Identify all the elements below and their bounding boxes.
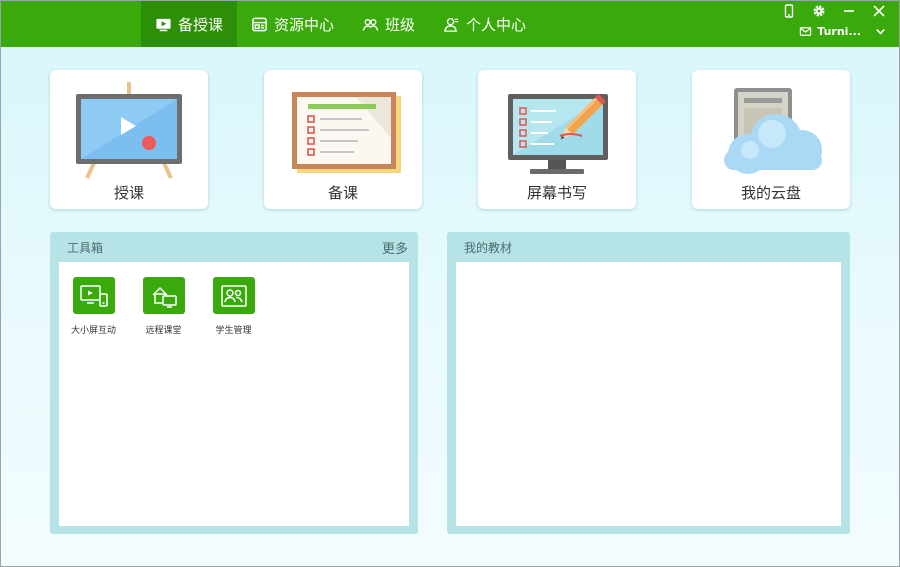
cloud-drive-icon	[724, 88, 822, 174]
main-nav: 备授课 资源中心 班级 个人中心	[141, 1, 540, 47]
chevron-down-icon	[876, 29, 885, 35]
close-button[interactable]	[871, 3, 887, 19]
app-window: 备授课 资源中心 班级 个人中心 Turni... 授课 备课 屏幕书写 我的云…	[0, 0, 900, 567]
toolbox-panel: 工具箱 更多 大小屏互动 远程课堂 学生管理	[50, 232, 418, 534]
person-icon	[444, 17, 459, 32]
minimize-icon	[844, 10, 854, 12]
lesson-play-icon	[156, 18, 171, 31]
gear-icon	[813, 5, 825, 17]
student-manage-icon	[220, 284, 247, 307]
nav-tab-label: 资源中心	[274, 15, 335, 34]
textbooks-header: 我的教材	[447, 232, 850, 262]
card-screen-writing[interactable]: 屏幕书写	[478, 70, 636, 209]
card-teaching[interactable]: 授课	[50, 70, 208, 209]
tool-list: 大小屏互动 远程课堂 学生管理	[67, 277, 260, 336]
minimize-button[interactable]	[841, 3, 857, 19]
card-label: 我的云盘	[740, 184, 801, 202]
card-cloud-drive[interactable]: 我的云盘	[692, 70, 850, 209]
card-label: 屏幕书写	[526, 184, 587, 202]
textbooks-title: 我的教材	[464, 240, 513, 255]
nav-tab-resources[interactable]: 资源中心	[237, 1, 348, 47]
user-menu[interactable]: Turni...	[799, 25, 887, 38]
screen-interact-icon	[79, 284, 108, 307]
window-controls	[781, 3, 887, 19]
toolbox-header: 工具箱 更多	[50, 232, 418, 262]
tool-tile	[212, 277, 255, 314]
tool-screen-interaction[interactable]: 大小屏互动	[67, 277, 120, 336]
tool-label: 大小屏互动	[70, 326, 116, 336]
nav-tab-class[interactable]: 班级	[348, 1, 429, 47]
mail-icon	[800, 27, 812, 36]
nav-tab-label: 班级	[385, 15, 416, 34]
tool-remote-class[interactable]: 远程课堂	[137, 277, 190, 336]
tool-tile	[72, 277, 115, 314]
user-name: Turni...	[817, 25, 861, 38]
nav-tab-label: 个人中心	[466, 15, 527, 34]
close-icon	[873, 5, 885, 17]
textbooks-panel: 我的教材	[447, 232, 850, 534]
lesson-plan-icon	[292, 92, 401, 173]
class-icon	[362, 18, 379, 31]
card-label: 备课	[327, 184, 358, 202]
phone-icon	[784, 4, 794, 18]
toolbox-title: 工具箱	[67, 240, 104, 255]
screen-write-icon	[508, 94, 608, 174]
card-lesson-prep[interactable]: 备课	[264, 70, 422, 209]
top-bar: 备授课 资源中心 班级 个人中心 Turni...	[1, 1, 899, 47]
card-label: 授课	[113, 184, 144, 202]
more-link[interactable]: 更多	[382, 238, 408, 257]
resource-icon	[252, 17, 267, 31]
nav-tab-personal[interactable]: 个人中心	[429, 1, 540, 47]
teaching-board-icon	[76, 82, 182, 179]
toolbox-body: 大小屏互动 远程课堂 学生管理	[59, 262, 409, 526]
tool-label: 远程课堂	[145, 326, 182, 336]
remote-class-icon	[151, 286, 177, 308]
textbooks-body	[456, 262, 841, 526]
settings-button[interactable]	[811, 3, 827, 19]
nav-tab-label: 备授课	[178, 15, 224, 34]
feature-cards: 授课 备课 屏幕书写 我的云盘	[50, 70, 851, 210]
tool-student-management[interactable]: 学生管理	[207, 277, 260, 336]
phone-button[interactable]	[781, 3, 797, 19]
nav-tab-lesson[interactable]: 备授课	[141, 1, 238, 47]
tool-tile	[142, 277, 185, 314]
tool-label: 学生管理	[215, 326, 252, 336]
